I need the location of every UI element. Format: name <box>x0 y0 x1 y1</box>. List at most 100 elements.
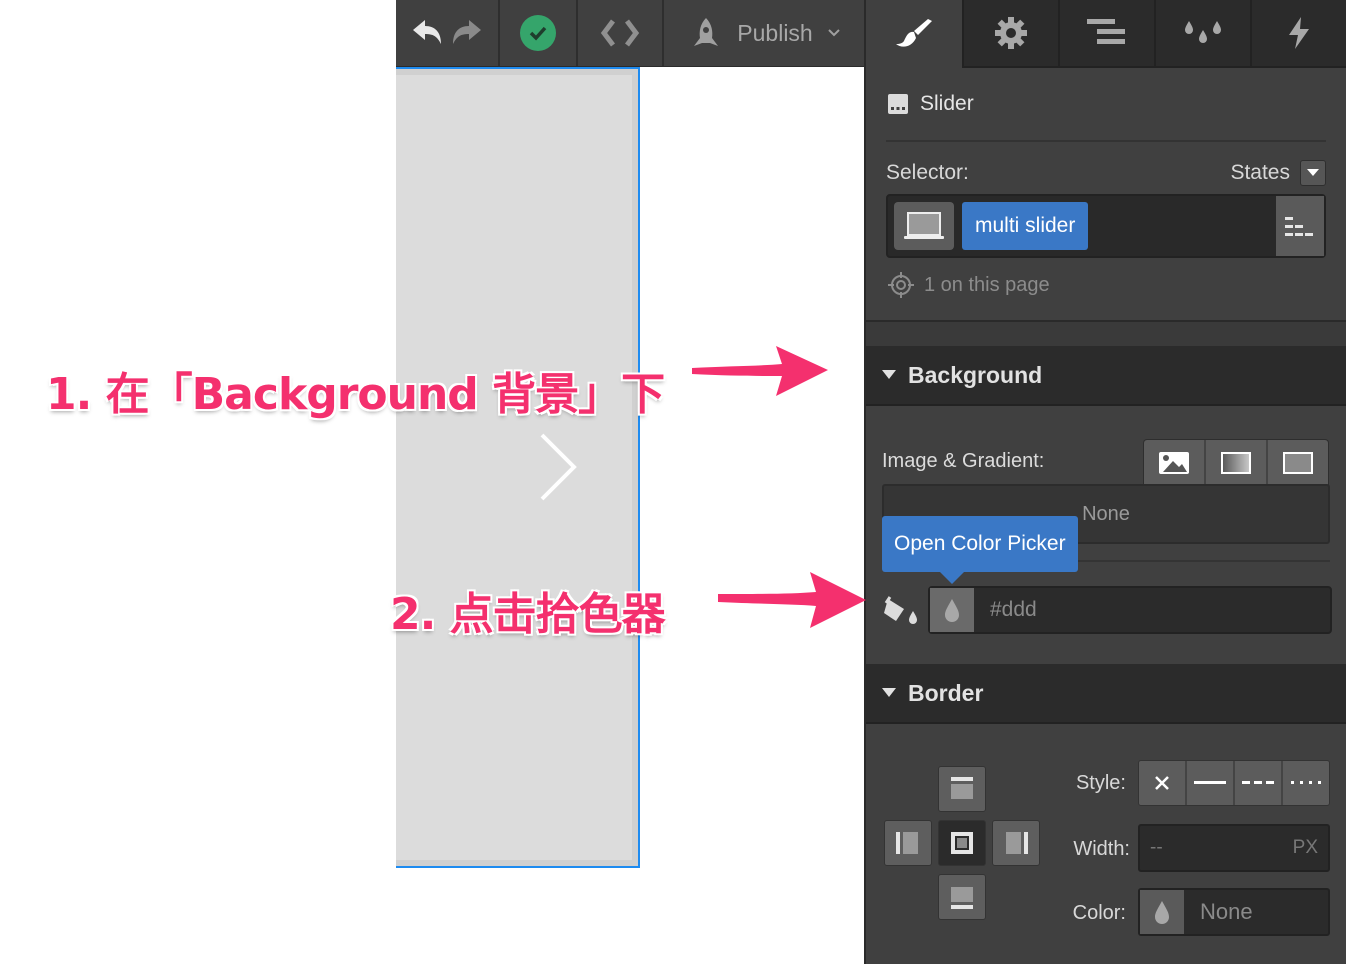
caret-down-icon <box>1307 169 1319 176</box>
annotation-arrow-1 <box>692 346 828 396</box>
border-bottom-icon <box>951 887 973 909</box>
image-gradient-buttons <box>1143 439 1329 485</box>
paintbrush-icon <box>896 19 932 47</box>
tab-settings[interactable] <box>962 0 1058 66</box>
slider-right-arrow-icon[interactable] <box>536 431 580 503</box>
selector-count: 1 on this page <box>866 258 1346 312</box>
annotation-step-1: 1. 在「Background 背景」下 <box>46 369 665 420</box>
border-style-dotted-button[interactable] <box>1283 761 1329 805</box>
border-style-none-button[interactable] <box>1139 761 1187 805</box>
border-section-header[interactable]: Border <box>866 664 1346 724</box>
dashed-line-icon <box>1242 781 1274 784</box>
border-left-button[interactable] <box>884 820 932 866</box>
top-toolbar: Publish <box>396 0 866 67</box>
section-gap <box>866 320 1346 346</box>
border-top-icon <box>951 777 973 799</box>
selector-field[interactable]: multi slider <box>886 194 1326 258</box>
lightning-icon <box>1289 17 1309 49</box>
border-width-value: -- <box>1150 837 1163 858</box>
states-label: States <box>1230 161 1290 184</box>
border-bottom-button[interactable] <box>938 874 986 920</box>
border-color-label: Color: <box>1072 902 1126 924</box>
drop-icon <box>1155 901 1169 924</box>
dotted-line-icon <box>1291 781 1321 784</box>
count-text: 1 on this page <box>924 273 1050 296</box>
background-color-row: #ddd <box>882 586 1332 634</box>
close-icon <box>1155 776 1169 790</box>
publish-label: Publish <box>737 19 813 46</box>
paint-bucket-icon <box>884 596 917 624</box>
background-color-field[interactable]: #ddd <box>928 586 1332 634</box>
color-swatch-button[interactable] <box>930 588 974 632</box>
open-color-picker-tooltip: Open Color Picker <box>882 516 1078 584</box>
target-icon <box>888 272 914 298</box>
undo-icon[interactable] <box>411 18 443 48</box>
solid-line-icon <box>1194 781 1226 784</box>
check-circle-icon <box>520 15 556 51</box>
tab-interactions[interactable] <box>1250 0 1346 66</box>
caret-down-icon <box>882 370 896 379</box>
border-title: Border <box>908 679 984 706</box>
navigator-icon <box>1087 19 1125 44</box>
border-color-field[interactable]: None <box>1138 888 1330 936</box>
tab-swatches[interactable] <box>1154 0 1250 66</box>
add-image-button[interactable] <box>1144 440 1206 485</box>
tab-navigator[interactable] <box>1058 0 1154 66</box>
add-overlay-color-button[interactable] <box>1268 440 1328 485</box>
drop-icon <box>945 599 959 622</box>
border-width-unit[interactable]: PX <box>1293 837 1318 859</box>
chevron-down-icon <box>828 29 840 37</box>
border-style-solid-button[interactable] <box>1187 761 1235 805</box>
image-icon <box>1159 451 1189 474</box>
add-gradient-button[interactable] <box>1206 440 1268 485</box>
border-top-button[interactable] <box>938 766 986 812</box>
border-all-icon <box>951 832 973 854</box>
gear-icon <box>995 17 1027 49</box>
breakpoint-button[interactable] <box>894 202 954 250</box>
border-color-value: None <box>1200 899 1253 924</box>
caret-down-icon <box>882 688 896 697</box>
element-type-row: Slider <box>866 68 1346 140</box>
border-style-buttons <box>1138 760 1330 806</box>
states-button[interactable] <box>1300 160 1326 186</box>
image-gradient-value: None <box>1082 502 1130 525</box>
gradient-icon <box>1221 451 1251 474</box>
background-section-header[interactable]: Background <box>866 346 1346 406</box>
border-section-body: Style: Width: -- PX Color: None <box>866 724 1346 964</box>
laptop-icon <box>904 212 944 239</box>
solid-color-icon <box>1283 451 1313 474</box>
annotation-arrow-2 <box>718 572 866 628</box>
background-title: Background <box>908 361 1043 388</box>
border-right-icon <box>1006 832 1028 854</box>
tab-style[interactable] <box>866 0 962 68</box>
states-dropdown[interactable]: States <box>1230 160 1326 186</box>
status-indicator[interactable] <box>500 0 578 66</box>
border-color-swatch[interactable] <box>1140 890 1184 934</box>
slider-element-icon <box>888 94 908 114</box>
webflow-designer: Publish Slider Selector: States multi sl… <box>0 0 1346 964</box>
code-icon <box>600 19 640 47</box>
border-all-button[interactable] <box>938 820 986 866</box>
slider-slide-area <box>396 75 632 860</box>
selector-menu-button[interactable] <box>1276 196 1324 256</box>
publish-button[interactable]: Publish <box>664 0 866 66</box>
border-width-input[interactable]: -- PX <box>1138 824 1330 872</box>
code-export-button[interactable] <box>578 0 664 66</box>
border-right-button[interactable] <box>992 820 1040 866</box>
border-style-dashed-button[interactable] <box>1235 761 1283 805</box>
border-style-label: Style: <box>1075 772 1126 794</box>
element-type-label: Slider <box>920 92 974 115</box>
selector-label: Selector: <box>886 161 969 184</box>
style-panel: Slider Selector: States multi slider 1 o… <box>864 0 1346 964</box>
selected-slider-element[interactable] <box>396 67 640 868</box>
panel-tabs <box>866 0 1346 68</box>
background-color-value[interactable]: #ddd <box>974 598 1037 622</box>
annotation-step-2: 2. 点击拾色器 <box>390 589 666 640</box>
class-pill[interactable]: multi slider <box>962 202 1089 250</box>
undo-redo-group <box>396 0 500 66</box>
image-gradient-label: Image & Gradient: <box>882 450 1045 472</box>
redo-icon[interactable] <box>451 18 483 48</box>
border-width-label: Width: <box>1073 838 1130 860</box>
selector-list-icon <box>1285 217 1313 236</box>
border-left-icon <box>896 832 918 854</box>
